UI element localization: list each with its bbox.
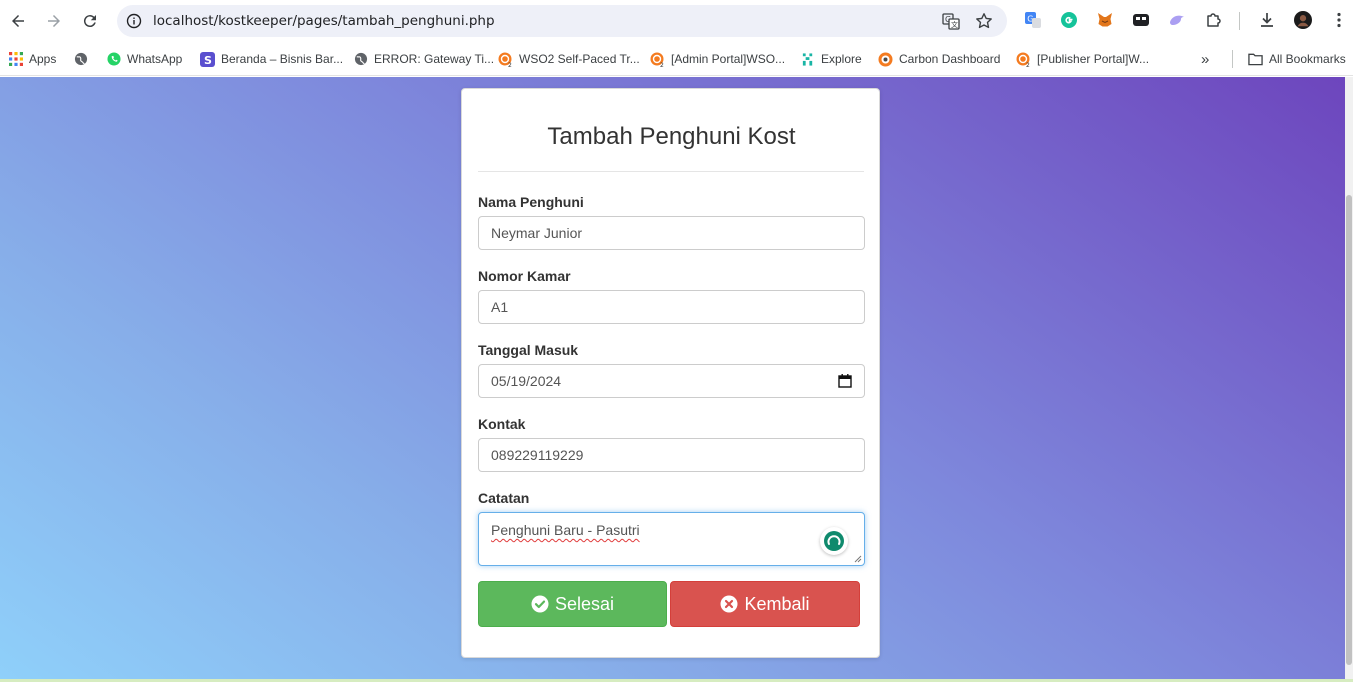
back-button[interactable]: Kembali xyxy=(670,581,860,627)
back-button-label: Kembali xyxy=(744,593,810,614)
bookmark-error-gateway[interactable]: ERROR: Gateway Ti... xyxy=(353,50,494,68)
explore-icon xyxy=(800,52,815,67)
site-info-icon[interactable] xyxy=(126,13,142,29)
folder-icon xyxy=(1248,52,1263,67)
bookmark-explore[interactable]: Explore xyxy=(800,50,862,68)
s-logo-icon: S xyxy=(200,51,215,67)
bookmark-publisher-portal[interactable]: 2 [Publisher Portal]W... xyxy=(1016,50,1149,68)
bookmark-apps[interactable]: Apps xyxy=(8,50,56,68)
chrome-menu-icon[interactable] xyxy=(1330,11,1348,29)
bookmark-whatsapp[interactable]: WhatsApp xyxy=(106,50,182,68)
toolbar-separator xyxy=(1239,12,1240,30)
submit-button[interactable]: Selesai xyxy=(478,581,667,627)
star-bookmark-icon[interactable] xyxy=(975,12,993,30)
bookmark-label: ERROR: Gateway Ti... xyxy=(374,52,495,66)
date-input[interactable]: 05/19/2024 xyxy=(478,364,865,398)
date-input-value: 05/19/2024 xyxy=(491,373,562,389)
notes-textarea[interactable]: Penghuni Baru - Pasutri xyxy=(478,512,865,566)
address-bar[interactable]: localhost/kostkeeper/pages/tambah_penghu… xyxy=(117,5,1007,37)
bookmark-label: [Admin Portal]WSO... xyxy=(671,52,786,66)
bookmark-beranda[interactable]: S Beranda – Bisnis Bar... xyxy=(200,50,343,68)
grammarly-extension-icon[interactable] xyxy=(1060,11,1078,29)
bookmark-label: Beranda – Bisnis Bar... xyxy=(221,52,344,66)
contact-input-value: 089229119229 xyxy=(491,447,584,463)
name-input-value: Neymar Junior xyxy=(491,225,583,241)
browser-toolbar: localhost/kostkeeper/pages/tambah_penghu… xyxy=(0,0,1353,42)
wso2-icon: 2 xyxy=(650,52,665,67)
more-bookmarks-label: » xyxy=(1201,50,1210,68)
page-background: Tambah Penghuni Kost Nama Penghuni Neyma… xyxy=(0,77,1353,682)
bookmarks-separator xyxy=(1232,50,1233,68)
notes-label: Catatan xyxy=(478,490,530,506)
svg-text:2: 2 xyxy=(1026,62,1030,67)
grammarly-icon[interactable] xyxy=(820,527,848,555)
title-divider xyxy=(478,171,864,172)
room-input[interactable]: A1 xyxy=(478,290,865,324)
reload-icon[interactable] xyxy=(78,9,102,33)
name-label: Nama Penghuni xyxy=(478,194,584,210)
bookmarks-bar: Apps WhatsApp S Beranda – Bisnis Bar... … xyxy=(0,42,1353,76)
close-circle-icon xyxy=(720,595,738,613)
extensions-puzzle-icon[interactable] xyxy=(1205,11,1223,29)
back-arrow-icon[interactable] xyxy=(6,9,30,33)
forward-arrow-icon[interactable] xyxy=(42,9,66,33)
bookmark-label: WhatsApp xyxy=(127,52,183,66)
toggl-extension-icon[interactable] xyxy=(1132,11,1150,29)
globe-icon xyxy=(73,52,88,67)
bookmark-label: All Bookmarks xyxy=(1269,52,1346,66)
bookmark-label: WSO2 Self-Paced Tr... xyxy=(519,52,640,66)
bookmark-label: Carbon Dashboard xyxy=(899,52,1001,66)
google-translate-extension-icon[interactable]: G xyxy=(1024,11,1042,29)
wso2-icon: 2 xyxy=(498,52,513,67)
scrollbar-thumb[interactable] xyxy=(1346,195,1352,665)
name-input[interactable]: Neymar Junior xyxy=(478,216,865,250)
bookmark-label: Apps xyxy=(29,52,57,66)
svg-text:2: 2 xyxy=(660,62,664,67)
room-label: Nomor Kamar xyxy=(478,268,571,284)
page-title: Tambah Penghuni Kost xyxy=(547,123,796,150)
form-card: Tambah Penghuni Kost Nama Penghuni Neyma… xyxy=(461,88,880,658)
globe-icon xyxy=(353,52,368,67)
submit-button-label: Selesai xyxy=(554,593,615,614)
more-bookmarks-chevron-icon[interactable]: » xyxy=(1201,50,1209,68)
apps-grid-icon xyxy=(8,52,23,67)
date-label: Tanggal Masuk xyxy=(478,342,579,358)
svg-text:文: 文 xyxy=(951,20,958,29)
bookmark-label: Explore xyxy=(821,52,862,66)
bookmark-carbon-dashboard[interactable]: Carbon Dashboard xyxy=(878,50,1000,68)
carbon-icon xyxy=(878,52,893,67)
room-input-value: A1 xyxy=(491,299,509,315)
wallet-extension-icon[interactable] xyxy=(1168,11,1186,29)
notes-textarea-value: Penghuni Baru - Pasutri xyxy=(491,522,640,538)
svg-text:S: S xyxy=(204,54,212,67)
bookmark-wso2-self-paced[interactable]: 2 WSO2 Self-Paced Tr... xyxy=(498,50,640,68)
metamask-extension-icon[interactable] xyxy=(1096,11,1114,29)
svg-text:2: 2 xyxy=(508,62,512,67)
contact-input[interactable]: 089229119229 xyxy=(478,438,865,472)
bookmark-label: [Publisher Portal]W... xyxy=(1037,52,1150,66)
calendar-icon[interactable] xyxy=(838,374,852,388)
url-text: localhost/kostkeeper/pages/tambah_penghu… xyxy=(153,13,495,29)
resize-handle-icon[interactable] xyxy=(854,555,862,563)
bookmark-all-bookmarks[interactable]: All Bookmarks xyxy=(1248,50,1346,68)
wso2-icon: 2 xyxy=(1016,52,1031,67)
check-circle-icon xyxy=(531,595,549,613)
page-scrollbar[interactable] xyxy=(1345,77,1353,682)
contact-label: Kontak xyxy=(478,416,526,432)
translate-icon[interactable]: G 文 xyxy=(942,12,960,30)
whatsapp-icon xyxy=(106,52,121,67)
download-icon[interactable] xyxy=(1258,11,1276,29)
profile-avatar-icon[interactable] xyxy=(1294,11,1312,29)
bookmark-globe[interactable] xyxy=(73,50,88,68)
bookmark-admin-portal[interactable]: 2 [Admin Portal]WSO... xyxy=(650,50,785,68)
